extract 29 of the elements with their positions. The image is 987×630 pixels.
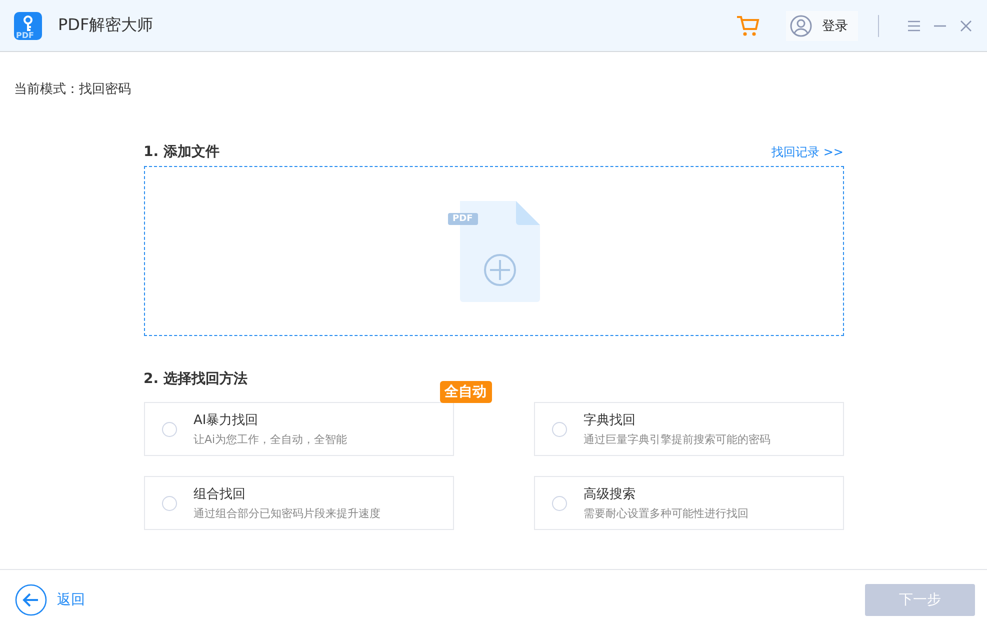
method-option[interactable]: 字典找回 通过巨量字典引擎提前搜索可能的密码 (534, 402, 844, 456)
method-description: 通过组合部分已知密码片段来提升速度 (194, 506, 380, 521)
mode-label: 当前模式：找回密码 (14, 82, 131, 97)
method-name: AI暴力找回 (194, 412, 260, 429)
login-button[interactable]: 登录 (786, 10, 858, 40)
method-name: 字典找回 (584, 412, 636, 429)
menu-icon[interactable] (907, 20, 921, 32)
close-icon[interactable] (959, 18, 973, 32)
radio-button[interactable] (162, 496, 176, 510)
radio-button[interactable] (552, 496, 566, 510)
app-logo: PDF (14, 12, 42, 40)
section-title: 2. 选择找回方法 (144, 370, 248, 388)
method-option[interactable]: AI暴力找回 让Ai为您工作，全自动，全智能 (144, 402, 454, 456)
method-name: 组合找回 (194, 486, 246, 503)
method-name: 高级搜索 (584, 486, 636, 503)
method-description: 让Ai为您工作，全自动，全智能 (194, 432, 348, 447)
auto-badge: 全自动 (440, 381, 492, 403)
radio-button[interactable] (162, 422, 176, 436)
method-option[interactable]: 高级搜索 需要耐心设置多种可能性进行找回 (534, 476, 844, 530)
method-description: 需要耐心设置多种可能性进行找回 (584, 506, 748, 521)
user-icon (790, 14, 812, 36)
window-title: PDF解密大师 (58, 15, 154, 36)
history-link[interactable]: 找回记录 >> (772, 144, 844, 160)
back-button[interactable]: 返回 (15, 584, 85, 616)
radio-button[interactable] (552, 422, 566, 436)
cart-icon[interactable] (736, 14, 760, 38)
method-description: 通过巨量字典引擎提前搜索可能的密码 (584, 432, 770, 447)
method-option[interactable]: 组合找回 通过组合部分已知密码片段来提升速度 (144, 476, 454, 530)
section-title: 1. 添加文件 (144, 143, 220, 161)
